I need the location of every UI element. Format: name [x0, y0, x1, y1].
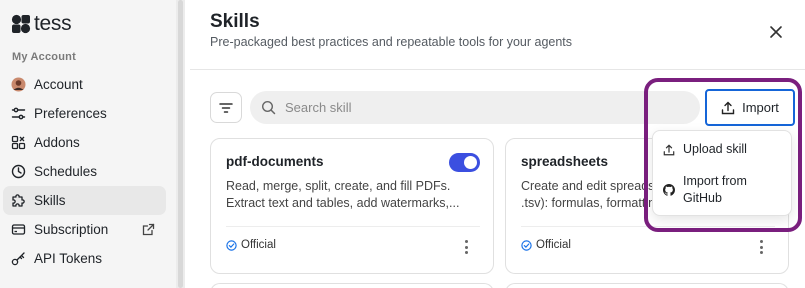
sidebar-item-preferences[interactable]: Preferences — [3, 99, 166, 128]
sidebar-item-label: API Tokens — [34, 251, 103, 266]
menu-item-import-github[interactable]: Import from GitHub — [663, 173, 753, 207]
skill-card-partial — [505, 283, 789, 288]
key-icon — [11, 251, 26, 266]
sliders-icon — [11, 106, 26, 121]
skill-enabled-toggle[interactable] — [449, 153, 480, 172]
close-icon — [770, 26, 782, 38]
modal-subtitle: Pre-packaged best practices and repeatab… — [210, 35, 573, 49]
toggle-knob — [464, 156, 477, 169]
sidebar-item-schedules[interactable]: Schedules — [3, 157, 166, 186]
upload-icon — [663, 144, 675, 155]
official-badge: Official — [226, 239, 276, 251]
verified-check-icon — [226, 239, 237, 251]
more-options-icon[interactable] — [756, 239, 766, 255]
sidebar-scrollbar-thumb[interactable] — [178, 0, 183, 288]
clock-icon — [11, 164, 26, 179]
search-bar — [250, 91, 700, 124]
app-name: tess — [34, 12, 72, 35]
sidebar: tess My Account Account Preferences Addo… — [0, 0, 176, 288]
avatar-icon — [11, 77, 26, 92]
skill-card-title: pdf-documents — [226, 154, 324, 169]
card-divider — [226, 226, 480, 227]
official-badge: Official — [521, 239, 571, 251]
sidebar-item-label: Subscription — [34, 222, 109, 237]
skill-card-title: spreadsheets — [521, 154, 609, 169]
sidebar-nav: Account Preferences Addons Schedules Ski… — [3, 70, 166, 273]
tess-logo-icon — [11, 14, 31, 34]
sidebar-item-label: Schedules — [34, 164, 98, 179]
skills-modal: Skills Pre-packaged best practices and r… — [190, 0, 805, 288]
skill-card-pdf-documents[interactable]: pdf-documents Read, merge, split, create… — [210, 138, 494, 274]
sidebar-item-label: Account — [34, 77, 83, 92]
sidebar-item-addons[interactable]: Addons — [3, 128, 166, 157]
modal-title: Skills — [210, 11, 260, 32]
menu-item-label: Import from GitHub — [683, 174, 747, 205]
close-button[interactable] — [767, 23, 785, 41]
external-link-icon[interactable] — [141, 222, 156, 237]
github-icon — [663, 184, 675, 196]
sidebar-section-label: My Account — [12, 51, 76, 63]
upload-icon — [721, 101, 735, 114]
puzzle-icon — [11, 193, 26, 208]
import-button-label: Import — [742, 100, 779, 115]
sidebar-item-api-tokens[interactable]: API Tokens — [3, 244, 166, 273]
sidebar-item-label: Preferences — [34, 106, 107, 121]
app-logo[interactable]: tess — [11, 12, 72, 35]
sidebar-item-skills[interactable]: Skills — [3, 186, 166, 215]
search-icon — [261, 100, 276, 115]
filter-icon — [219, 102, 233, 113]
import-dropdown-menu: Upload skill Import from GitHub — [652, 130, 792, 216]
verified-check-icon — [521, 239, 532, 251]
skill-card-description: Read, merge, split, create, and fill PDF… — [226, 179, 460, 210]
menu-item-upload-skill[interactable]: Upload skill — [663, 141, 747, 158]
sidebar-item-label: Addons — [34, 135, 80, 150]
official-badge-label: Official — [241, 239, 276, 251]
sidebar-item-label: Skills — [34, 193, 66, 208]
filter-button[interactable] — [210, 92, 242, 123]
sidebar-item-account[interactable]: Account — [3, 70, 166, 99]
official-badge-label: Official — [536, 239, 571, 251]
addons-icon — [11, 135, 26, 150]
header-divider — [190, 69, 805, 70]
more-options-icon[interactable] — [461, 239, 471, 255]
card-icon — [11, 222, 26, 237]
import-button[interactable]: Import — [705, 89, 795, 126]
skill-card-partial — [210, 283, 494, 288]
sidebar-item-subscription[interactable]: Subscription — [3, 215, 166, 244]
menu-item-label: Upload skill — [683, 142, 747, 156]
search-input[interactable] — [285, 100, 665, 115]
